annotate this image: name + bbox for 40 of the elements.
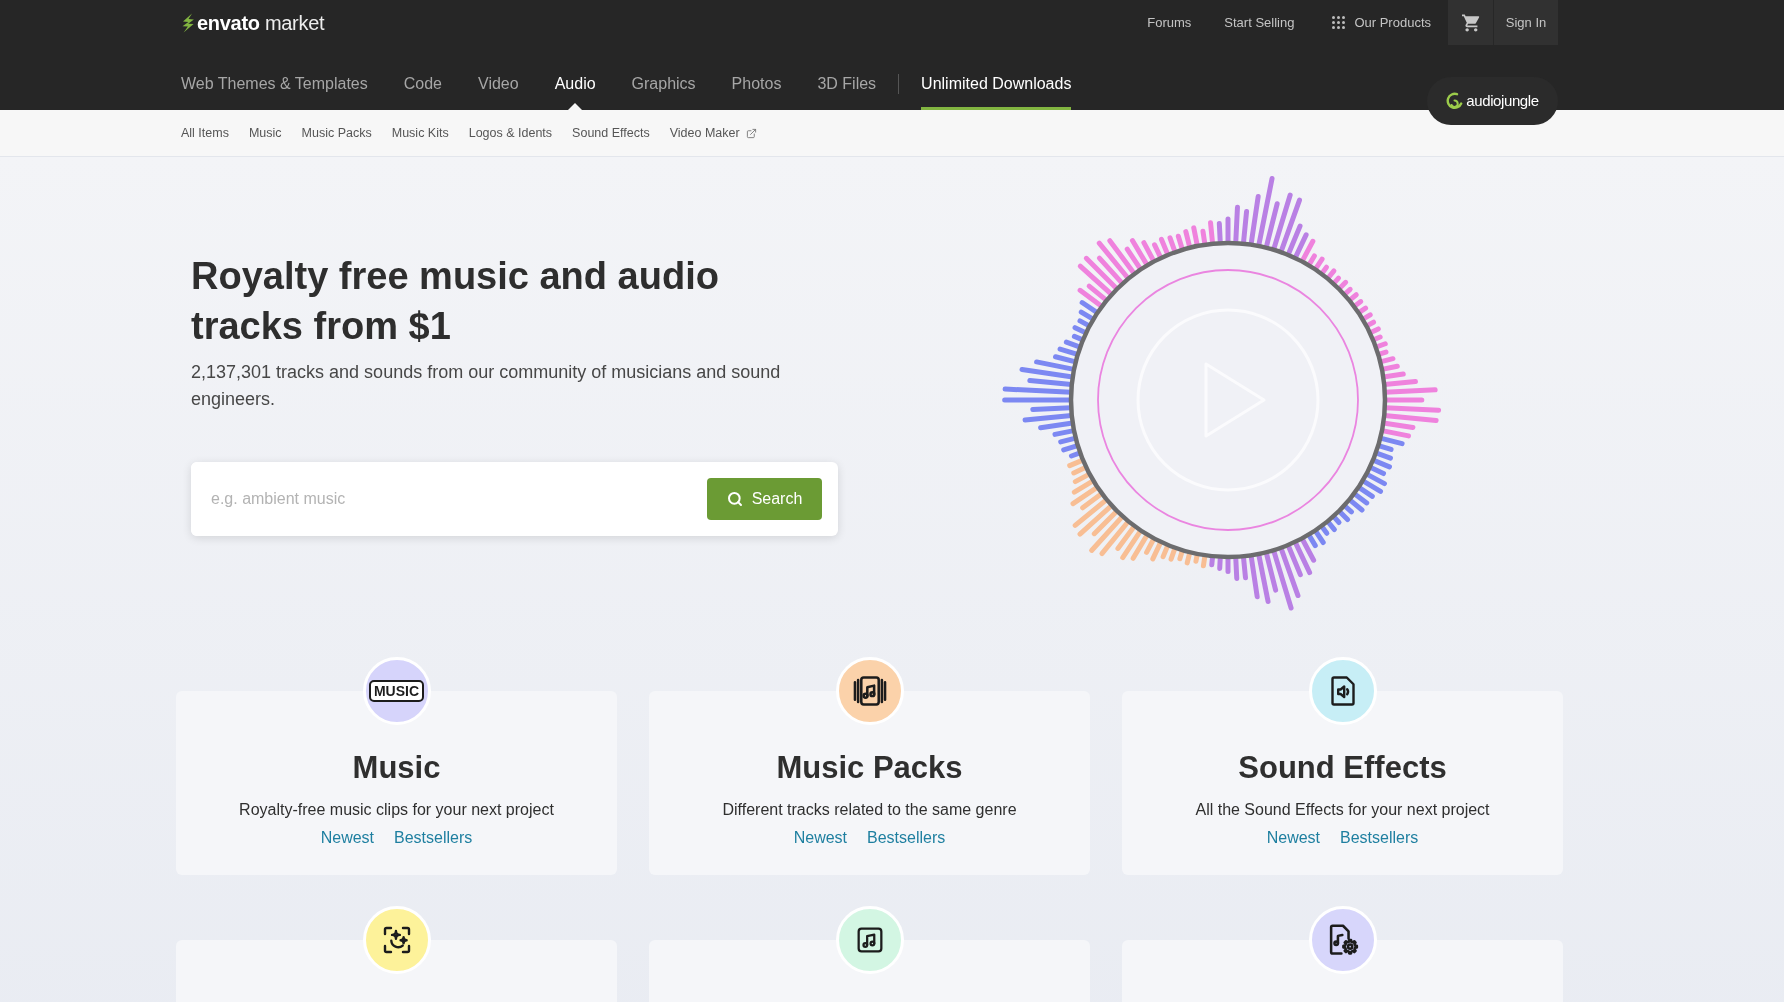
hero-subtitle: 2,137,301 tracks and sounds from our community of musicians and sound engineers.: [191, 361, 782, 411]
category-tab[interactable]: 3D Files: [817, 57, 877, 110]
hero-title: Royalty free music and audio tracks from $1: [191, 254, 720, 349]
sign-in-button[interactable]: Sign In: [1494, 0, 1558, 45]
swirl-logo-icon: [1446, 91, 1464, 111]
header-link[interactable]: Forums: [1147, 12, 1192, 33]
subnav-link[interactable]: Music Packs: [301, 123, 372, 143]
card-description: Royalty-free music clips for your next project: [239, 800, 554, 820]
card-description: All the Sound Effects for your next project: [1195, 800, 1490, 820]
card-title: Music: [352, 749, 441, 787]
subnav-link[interactable]: Sound Effects: [572, 123, 650, 143]
card-link[interactable]: Bestsellers: [1340, 826, 1419, 850]
card-title: Sound Effects: [1238, 749, 1447, 787]
header-link[interactable]: Start Selling: [1224, 12, 1295, 33]
products-menu-button[interactable]: Our Products: [1332, 12, 1431, 33]
category-tab[interactable]: Web Themes & Templates: [181, 57, 368, 110]
grid-icon: [1332, 16, 1346, 29]
subnav-link[interactable]: Logos & Idents: [468, 123, 553, 143]
music-tag-label: MUSIC: [368, 680, 425, 702]
category-tab[interactable]: Video: [478, 57, 519, 110]
card-link[interactable]: Bestsellers: [394, 826, 473, 850]
card-link[interactable]: Newest: [1266, 826, 1321, 850]
category-tab[interactable]: Photos: [731, 57, 782, 110]
cart-button[interactable]: [1448, 0, 1494, 45]
card-link[interactable]: Newest: [793, 826, 848, 850]
subnav-link[interactable]: All Items: [181, 123, 229, 143]
search-icon: [726, 491, 743, 507]
bolt-logo-icon: [181, 12, 195, 33]
cart-icon: [1461, 13, 1480, 32]
category-tab[interactable]: Code: [403, 57, 442, 110]
category-tab[interactable]: Graphics: [631, 57, 696, 110]
subnav-link[interactable]: Music: [248, 123, 282, 143]
card-link[interactable]: Bestsellers: [867, 826, 946, 850]
category-tab[interactable]: Audio: [554, 57, 596, 110]
card-description: Different tracks related to the same genre: [722, 800, 1017, 820]
subnav-link[interactable]: Music Kits: [391, 123, 449, 143]
card-title: Music Packs: [776, 749, 963, 787]
card-link[interactable]: Newest: [320, 826, 375, 850]
subnav-link[interactable]: Video Maker: [669, 123, 757, 143]
site-logo-badge[interactable]: audiojungle: [1427, 77, 1558, 125]
